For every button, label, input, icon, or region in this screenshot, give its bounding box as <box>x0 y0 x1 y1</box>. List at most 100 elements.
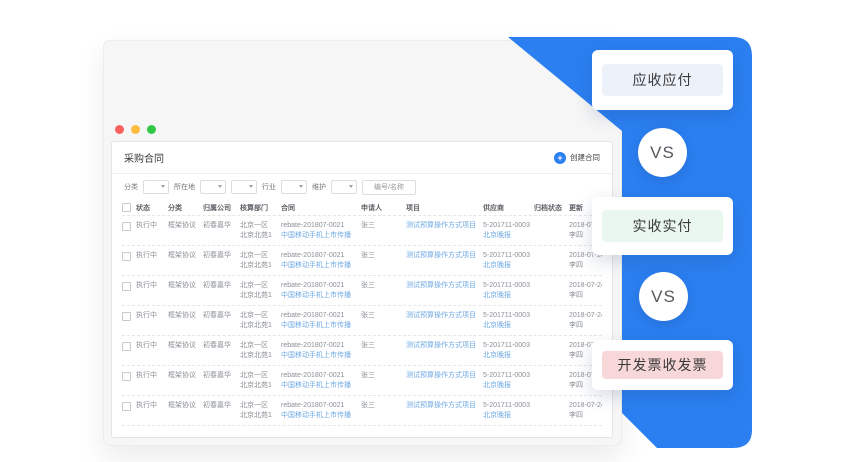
supplier-number: 5-201711-0003 <box>483 341 534 351</box>
zoom-window-button[interactable] <box>147 125 156 134</box>
updated-by: 李四 <box>569 321 602 331</box>
plus-icon: + <box>554 152 566 164</box>
project-link[interactable]: 测试预算操作方式项目 <box>406 216 483 245</box>
supplier-number: 5-201711-0003 <box>483 221 534 231</box>
department-line1: 北京一区 <box>240 281 281 291</box>
industry-dropdown[interactable] <box>281 180 307 194</box>
filter-industry-label: 行业 <box>262 182 276 192</box>
filter-category-label: 分类 <box>124 182 138 192</box>
contract-cell: rebate-201807-0021中国移动手机上市传播 <box>281 366 361 395</box>
contract-name-link[interactable]: 中国移动手机上市传播 <box>281 231 361 241</box>
company-cell: 初春嘉华 <box>203 336 240 365</box>
receivable-payable-label: 应收应付 <box>602 64 723 96</box>
contract-cell: rebate-201807-0021中国移动手机上市传播 <box>281 216 361 245</box>
company-cell: 初春嘉华 <box>203 366 240 395</box>
applicant-cell: 张三 <box>361 336 406 365</box>
project-link[interactable]: 测试预算操作方式项目 <box>406 246 483 275</box>
contract-list-panel: 采购合同 + 创建合同 分类 所在地 行业 维护 编号/名称 <box>111 141 613 438</box>
app-window: 采购合同 + 创建合同 分类 所在地 行业 维护 编号/名称 <box>103 40 622 446</box>
column-header: 项目 <box>406 203 483 213</box>
department-line2: 北京北苑1 <box>240 351 281 361</box>
table-row[interactable]: 执行中框架协议初春嘉华北京一区北京北苑1rebate-201807-0021中国… <box>122 246 602 276</box>
supplier-number: 5-201711-0003 <box>483 371 534 381</box>
department-cell: 北京一区北京北苑1 <box>240 306 281 335</box>
minimize-window-button[interactable] <box>131 125 140 134</box>
table-row[interactable]: 执行中框架协议初春嘉华北京一区北京北苑1rebate-201807-0021中国… <box>122 306 602 336</box>
contract-name-link[interactable]: 中国移动手机上市传播 <box>281 321 361 331</box>
select-all-checkbox-cell <box>122 202 136 214</box>
supplier-name-link[interactable]: 北京晚报 <box>483 411 534 421</box>
company-cell: 初春嘉华 <box>203 276 240 305</box>
contract-name-link[interactable]: 中国移动手机上市传播 <box>281 381 361 391</box>
applicant-cell: 张三 <box>361 276 406 305</box>
archive-status-cell <box>534 276 569 305</box>
supplier-name-link[interactable]: 北京晚报 <box>483 261 534 271</box>
project-link[interactable]: 测试预算操作方式项目 <box>406 306 483 335</box>
location-sub-dropdown[interactable] <box>231 180 257 194</box>
contract-number: rebate-201807-0021 <box>281 401 361 411</box>
supplier-name-link[interactable]: 北京晚报 <box>483 231 534 241</box>
row-checkbox[interactable] <box>122 342 131 351</box>
table-row[interactable]: 执行中框架协议初春嘉华北京一区北京北苑1rebate-201807-0021中国… <box>122 216 602 246</box>
row-checkbox[interactable] <box>122 282 131 291</box>
supplier-name-link[interactable]: 北京晚报 <box>483 351 534 361</box>
project-link[interactable]: 测试预算操作方式项目 <box>406 366 483 395</box>
supplier-cell: 5-201711-0003北京晚报 <box>483 276 534 305</box>
actual-received-paid-card: 实收实付 <box>592 197 733 255</box>
category-dropdown[interactable] <box>143 180 169 194</box>
project-link[interactable]: 测试预算操作方式项目 <box>406 396 483 425</box>
supplier-cell: 5-201711-0003北京晚报 <box>483 306 534 335</box>
contract-name-link[interactable]: 中国移动手机上市传播 <box>281 261 361 271</box>
page: 采购合同 + 创建合同 分类 所在地 行业 维护 编号/名称 <box>0 0 850 462</box>
project-link[interactable]: 测试预算操作方式项目 <box>406 336 483 365</box>
category-cell: 框架协议 <box>168 366 203 395</box>
department-line1: 北京一区 <box>240 251 281 261</box>
contract-name-link[interactable]: 中国移动手机上市传播 <box>281 291 361 301</box>
supplier-number: 5-201711-0003 <box>483 401 534 411</box>
row-checkbox[interactable] <box>122 372 131 381</box>
filter-maintain-label: 维护 <box>312 182 326 192</box>
updated-by: 李四 <box>569 261 602 271</box>
applicant-cell: 张三 <box>361 306 406 335</box>
create-contract-label: 创建合同 <box>570 152 600 163</box>
table-row[interactable]: 执行中框架协议初春嘉华北京一区北京北苑1rebate-201807-0021中国… <box>122 396 602 426</box>
applicant-cell: 张三 <box>361 366 406 395</box>
supplier-name-link[interactable]: 北京晚报 <box>483 291 534 301</box>
contract-name-link[interactable]: 中国移动手机上市传播 <box>281 411 361 421</box>
status-cell: 执行中 <box>136 276 168 305</box>
search-input[interactable]: 编号/名称 <box>362 180 416 195</box>
table-body: 执行中框架协议初春嘉华北京一区北京北苑1rebate-201807-0021中国… <box>122 216 602 426</box>
project-link[interactable]: 测试预算操作方式项目 <box>406 276 483 305</box>
archive-status-cell <box>534 306 569 335</box>
create-contract-button[interactable]: + 创建合同 <box>554 152 600 164</box>
actual-received-paid-label: 实收实付 <box>602 210 723 242</box>
department-line2: 北京北苑1 <box>240 411 281 421</box>
table-row[interactable]: 执行中框架协议初春嘉华北京一区北京北苑1rebate-201807-0021中国… <box>122 276 602 306</box>
contract-number: rebate-201807-0021 <box>281 281 361 291</box>
table-row[interactable]: 执行中框架协议初春嘉华北京一区北京北苑1rebate-201807-0021中国… <box>122 336 602 366</box>
contract-cell: rebate-201807-0021中国移动手机上市传播 <box>281 246 361 275</box>
table-row[interactable]: 执行中框架协议初春嘉华北京一区北京北苑1rebate-201807-0021中国… <box>122 366 602 396</box>
row-checkbox[interactable] <box>122 222 131 231</box>
row-checkbox-cell <box>122 366 136 395</box>
column-header: 合同 <box>281 203 361 213</box>
row-checkbox[interactable] <box>122 402 131 411</box>
company-cell: 初春嘉华 <box>203 216 240 245</box>
department-line1: 北京一区 <box>240 311 281 321</box>
filter-location-label: 所在地 <box>174 182 195 192</box>
contract-name-link[interactable]: 中国移动手机上市传播 <box>281 351 361 361</box>
location-dropdown[interactable] <box>200 180 226 194</box>
department-line1: 北京一区 <box>240 401 281 411</box>
filter-bar: 分类 所在地 行业 维护 编号/名称 <box>112 174 612 200</box>
contract-cell: rebate-201807-0021中国移动手机上市传播 <box>281 276 361 305</box>
select-all-checkbox[interactable] <box>122 203 131 212</box>
updated-date: 2018-07-24 <box>569 401 602 411</box>
row-checkbox[interactable] <box>122 312 131 321</box>
row-checkbox[interactable] <box>122 252 131 261</box>
maintain-dropdown[interactable] <box>331 180 357 194</box>
supplier-name-link[interactable]: 北京晚报 <box>483 321 534 331</box>
close-window-button[interactable] <box>115 125 124 134</box>
department-line1: 北京一区 <box>240 221 281 231</box>
supplier-name-link[interactable]: 北京晚报 <box>483 381 534 391</box>
status-cell: 执行中 <box>136 396 168 425</box>
